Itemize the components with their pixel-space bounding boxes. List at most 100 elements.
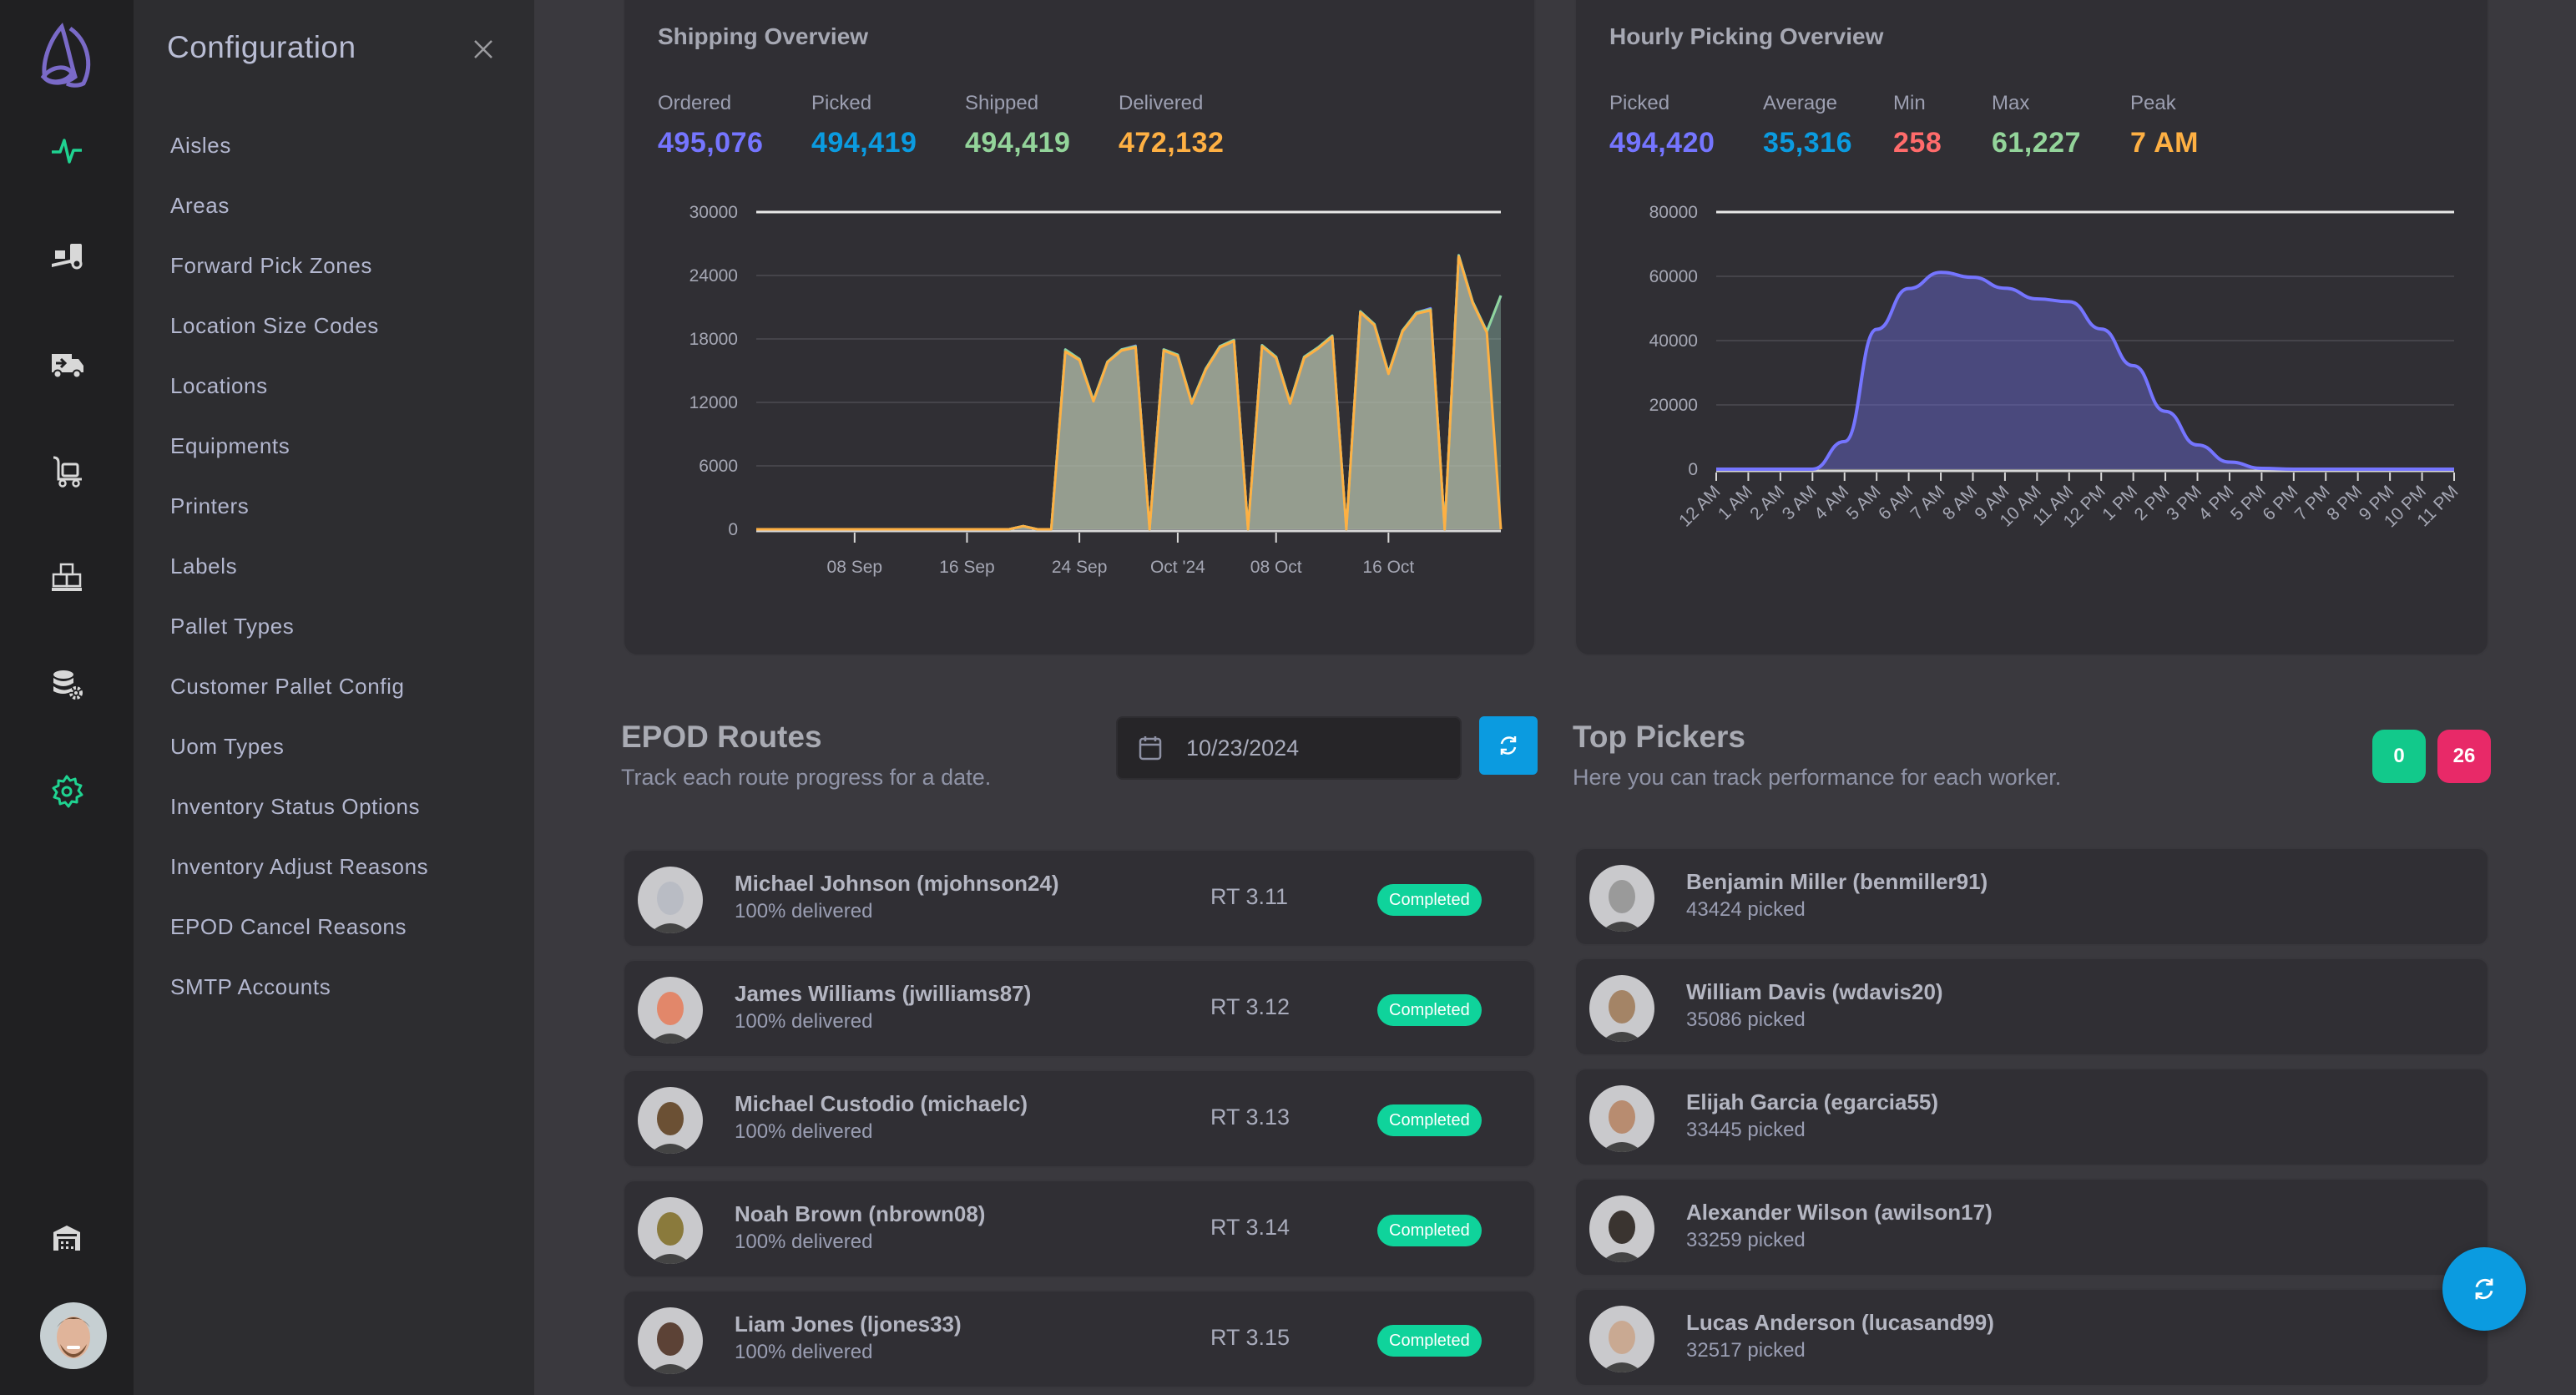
picker-row[interactable]: Alexander Wilson (awilson17) 33259 picked <box>1574 1178 2489 1276</box>
avatar-image <box>1589 865 1654 932</box>
config-item[interactable]: Location Size Codes <box>170 307 428 367</box>
rail-item-warehouse[interactable] <box>42 1212 92 1262</box>
database-gear-icon <box>53 670 83 700</box>
active-count-badge[interactable]: 0 <box>2372 730 2426 783</box>
driver-avatar <box>638 1307 703 1374</box>
status-badge: Completed <box>1377 1104 1482 1136</box>
config-item[interactable]: Inventory Adjust Reasons <box>170 848 428 908</box>
config-item[interactable]: Areas <box>170 187 428 247</box>
x-tick-label: 24 Sep <box>1052 558 1108 577</box>
x-tick-label: 6 AM <box>1875 482 1917 523</box>
hand-cart-icon <box>53 456 82 488</box>
y-tick-label: 0 <box>1688 460 1698 479</box>
x-tick-label: 12 AM <box>1675 482 1724 530</box>
picker-row[interactable]: William Davis (wdavis20) 35086 picked <box>1574 958 2489 1056</box>
app-logo[interactable] <box>33 18 100 94</box>
delivery-progress: 100% delivered <box>735 900 873 922</box>
x-tick-label: 1 PM <box>2099 482 2141 524</box>
config-item[interactable]: Equipments <box>170 427 428 488</box>
picker-row[interactable]: Benjamin Miller (benmiller91) 43424 picke… <box>1574 847 2489 946</box>
config-title: Configuration <box>167 30 356 64</box>
x-tick-label: 7 PM <box>2291 482 2334 524</box>
floating-refresh-button[interactable] <box>2442 1247 2526 1331</box>
route-row[interactable]: Liam Jones (ljones33) 100% delivered RT 3.… <box>623 1290 1536 1388</box>
delivery-progress: 100% delivered <box>735 1010 873 1033</box>
route-code: RT 3.11 <box>1210 884 1289 909</box>
pallet-boxes-icon <box>52 563 82 591</box>
close-config-button[interactable] <box>471 37 496 62</box>
x-tick-label: Oct '24 <box>1150 558 1205 577</box>
config-item[interactable]: Labels <box>170 548 428 608</box>
avatar-image <box>1589 1085 1654 1152</box>
driver-name: James Williams (jwilliams87) <box>735 981 1032 1006</box>
picker-name: Elijah Garcia (egarcia55) <box>1686 1089 1939 1114</box>
avatar-image <box>638 1197 703 1264</box>
x-tick-label: 2 PM <box>2131 482 2174 524</box>
truck-icon <box>52 354 83 379</box>
rail-item-configuration[interactable] <box>42 766 92 816</box>
total-count-badge[interactable]: 26 <box>2437 730 2491 783</box>
rail-item-dashboard[interactable] <box>42 125 92 175</box>
y-tick-label: 20000 <box>1649 396 1698 415</box>
status-badge: Completed <box>1377 1325 1482 1357</box>
picker-avatar <box>1589 1195 1654 1262</box>
picker-avatar <box>1589 975 1654 1042</box>
route-row[interactable]: Michael Custodio (michaelc) 100% delivere… <box>623 1069 1536 1168</box>
route-code: RT 3.14 <box>1210 1215 1291 1240</box>
gear-icon <box>52 775 83 808</box>
x-tick-label: 5 PM <box>2227 482 2270 524</box>
rail-item-inventory[interactable] <box>42 553 92 603</box>
route-row[interactable]: Noah Brown (nbrown08) 100% delivered RT 3.… <box>623 1180 1536 1278</box>
picker-avatar <box>1589 1085 1654 1152</box>
driver-avatar <box>638 977 703 1044</box>
picker-row[interactable]: Elijah Garcia (egarcia55) 33445 picked <box>1574 1068 2489 1166</box>
x-tick-label: 8 PM <box>2323 482 2366 524</box>
driver-avatar <box>638 867 703 933</box>
top-pickers-title: Top Pickers <box>1573 720 1746 754</box>
config-item[interactable]: Printers <box>170 488 428 548</box>
shipping-overview-card: Shipping Overview Ordered 495,076 Picked 49… <box>623 0 1536 656</box>
x-tick-label: 08 Oct <box>1250 558 1302 577</box>
picker-name: Lucas Anderson (lucasand99) <box>1686 1310 1994 1335</box>
avatar-image <box>638 1087 703 1154</box>
config-item[interactable]: SMTP Accounts <box>170 968 428 1029</box>
x-tick-label: 16 Sep <box>939 558 995 577</box>
delivery-progress: 100% delivered <box>735 1120 873 1143</box>
config-item[interactable]: Pallet Types <box>170 608 428 668</box>
hourly-picking-card: Hourly Picking Overview Picked 494,420 Ave… <box>1574 0 2489 656</box>
config-item[interactable]: EPOD Cancel Reasons <box>170 908 428 968</box>
picker-name: William Davis (wdavis20) <box>1686 979 1943 1004</box>
y-tick-label: 80000 <box>1649 203 1698 222</box>
rail-item-shipping[interactable] <box>42 339 92 389</box>
avatar-image <box>638 867 703 933</box>
picker-row[interactable]: Lucas Anderson (lucasand99) 32517 picked <box>1574 1288 2489 1387</box>
config-item[interactable]: Forward Pick Zones <box>170 247 428 307</box>
y-tick-label: 30000 <box>689 203 738 222</box>
status-badge: Completed <box>1377 994 1482 1026</box>
epod-routes-title: EPOD Routes <box>621 720 822 754</box>
route-row[interactable]: James Williams (jwilliams87) 100% deliver… <box>623 959 1536 1058</box>
config-item[interactable]: Uom Types <box>170 728 428 788</box>
picker-avatar <box>1589 1306 1654 1372</box>
rail-item-data-settings[interactable] <box>42 660 92 710</box>
rail-item-receiving[interactable] <box>42 232 92 282</box>
y-tick-label: 40000 <box>1649 331 1698 351</box>
date-picker-input[interactable]: 10/23/2024 <box>1116 716 1462 780</box>
config-item[interactable]: Customer Pallet Config <box>170 668 428 728</box>
x-tick-label: 4 PM <box>2195 482 2238 524</box>
config-item[interactable]: Locations <box>170 367 428 427</box>
activity-icon <box>52 139 82 164</box>
user-avatar[interactable] <box>40 1302 107 1369</box>
x-tick-label: 3 AM <box>1779 482 1821 523</box>
refresh-routes-button[interactable] <box>1479 716 1538 775</box>
calendar-icon <box>1139 736 1162 761</box>
route-row[interactable]: Michael Johnson (mjohnson24) 100% deliver… <box>623 849 1536 948</box>
rail-item-picking[interactable] <box>42 446 92 496</box>
avatar-image <box>1589 1306 1654 1372</box>
top-pickers-subtitle: Here you can track performance for each … <box>1573 765 2062 790</box>
warehouse-icon <box>53 1226 80 1251</box>
x-tick-label: 16 Oct <box>1362 558 1414 577</box>
route-code: RT 3.15 <box>1210 1325 1291 1350</box>
config-item[interactable]: Aisles <box>170 127 428 187</box>
config-item[interactable]: Inventory Status Options <box>170 788 428 848</box>
